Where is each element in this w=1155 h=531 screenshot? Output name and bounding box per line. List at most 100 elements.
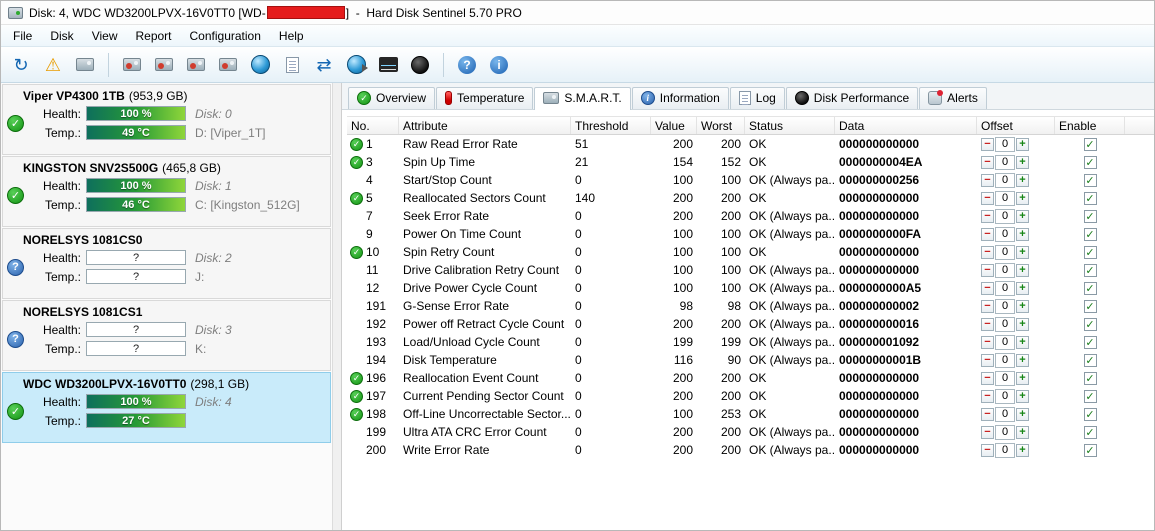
offset-decrease-button[interactable]: − bbox=[981, 407, 994, 421]
enable-checkbox[interactable]: ✓ bbox=[1083, 155, 1097, 169]
tab-overview[interactable]: ✓ Overview bbox=[348, 87, 436, 109]
column-header-offset[interactable]: Offset bbox=[977, 117, 1055, 134]
offset-decrease-button[interactable]: − bbox=[981, 353, 994, 367]
offset-increase-button[interactable]: + bbox=[1016, 137, 1029, 151]
enable-checkbox[interactable]: ✓ bbox=[1083, 425, 1097, 439]
offset-increase-button[interactable]: + bbox=[1016, 191, 1029, 205]
offset-decrease-button[interactable]: − bbox=[981, 191, 994, 205]
scheduled-problems-button[interactable]: ⚠ bbox=[38, 51, 68, 79]
offset-increase-button[interactable]: + bbox=[1016, 335, 1029, 349]
offset-increase-button[interactable]: + bbox=[1016, 407, 1029, 421]
offset-decrease-button[interactable]: − bbox=[981, 443, 994, 457]
menu-disk[interactable]: Disk bbox=[41, 25, 82, 46]
eject-disk-button[interactable] bbox=[70, 51, 100, 79]
offset-decrease-button[interactable]: − bbox=[981, 389, 994, 403]
tab-disk-performance[interactable]: Disk Performance bbox=[785, 87, 919, 109]
offset-decrease-button[interactable]: − bbox=[981, 281, 994, 295]
smart-row-1[interactable]: ✓ 1 Raw Read Error Rate 51 200 200 OK 000000000… bbox=[347, 135, 1154, 153]
disk-panel-1[interactable]: KINGSTON SNV2S500G (465,8 GB) ✓ Health: 100 … bbox=[2, 156, 331, 227]
column-header-threshold[interactable]: Threshold bbox=[571, 117, 651, 134]
offset-decrease-button[interactable]: − bbox=[981, 227, 994, 241]
smart-row-191[interactable]: 191 G-Sense Error Rate 0 98 98 OK (Always pa.… bbox=[347, 297, 1154, 315]
help-button[interactable]: ? bbox=[452, 51, 482, 79]
smart-row-193[interactable]: 193 Load/Unload Cycle Count 0 199 199 OK (Alw… bbox=[347, 333, 1154, 351]
offset-increase-button[interactable]: + bbox=[1016, 425, 1029, 439]
disk-acoustic-button[interactable] bbox=[117, 51, 147, 79]
column-header-data[interactable]: Data bbox=[835, 117, 977, 134]
offset-decrease-button[interactable]: − bbox=[981, 263, 994, 277]
refresh-information-button[interactable]: ⇄ bbox=[309, 51, 339, 79]
offset-increase-button[interactable]: + bbox=[1016, 245, 1029, 259]
surface-test-button[interactable] bbox=[405, 51, 435, 79]
offset-increase-button[interactable]: + bbox=[1016, 173, 1029, 187]
online-update-button[interactable] bbox=[245, 51, 275, 79]
smart-row-199[interactable]: 199 Ultra ATA CRC Error Count 0 200 200 OK (A… bbox=[347, 423, 1154, 441]
column-header-enable[interactable]: Enable bbox=[1055, 117, 1125, 134]
smart-row-7[interactable]: 7 Seek Error Rate 0 200 200 OK (Always pa... 0… bbox=[347, 207, 1154, 225]
menu-view[interactable]: View bbox=[83, 25, 127, 46]
offset-increase-button[interactable]: + bbox=[1016, 299, 1029, 313]
smart-row-198[interactable]: ✓ 198 Off-Line Uncorrectable Sector... 0 100… bbox=[347, 405, 1154, 423]
enable-checkbox[interactable]: ✓ bbox=[1083, 281, 1097, 295]
column-header-no[interactable]: No. bbox=[347, 117, 399, 134]
column-header-worst[interactable]: Worst bbox=[697, 117, 745, 134]
smart-row-11[interactable]: 11 Drive Calibration Retry Count 0 100 100 OK… bbox=[347, 261, 1154, 279]
disk-panel-4[interactable]: WDC WD3200LPVX-16V0TT0 (298,1 GB) ✓ Health:… bbox=[2, 372, 331, 443]
enable-checkbox[interactable]: ✓ bbox=[1083, 299, 1097, 313]
offset-increase-button[interactable]: + bbox=[1016, 443, 1029, 457]
offset-decrease-button[interactable]: − bbox=[981, 173, 994, 187]
smart-row-9[interactable]: 9 Power On Time Count 0 100 100 OK (Always pa… bbox=[347, 225, 1154, 243]
enable-checkbox[interactable]: ✓ bbox=[1083, 227, 1097, 241]
smart-row-200[interactable]: 200 Write Error Rate 0 200 200 OK (Always pa.… bbox=[347, 441, 1154, 459]
enable-checkbox[interactable]: ✓ bbox=[1083, 209, 1097, 223]
column-header-status[interactable]: Status bbox=[745, 117, 835, 134]
offset-increase-button[interactable]: + bbox=[1016, 317, 1029, 331]
about-button[interactable]: i bbox=[484, 51, 514, 79]
offset-decrease-button[interactable]: − bbox=[981, 425, 994, 439]
smart-row-194[interactable]: 194 Disk Temperature 0 116 90 OK (Always pa..… bbox=[347, 351, 1154, 369]
menu-help[interactable]: Help bbox=[270, 25, 313, 46]
enable-checkbox[interactable]: ✓ bbox=[1083, 353, 1097, 367]
disk-panel-0[interactable]: Viper VP4300 1TB (953,9 GB) ✓ Health: 100 % D… bbox=[2, 84, 331, 155]
enable-checkbox[interactable]: ✓ bbox=[1083, 317, 1097, 331]
offset-increase-button[interactable]: + bbox=[1016, 371, 1029, 385]
offset-decrease-button[interactable]: − bbox=[981, 299, 994, 313]
menu-file[interactable]: File bbox=[4, 25, 41, 46]
smart-row-3[interactable]: ✓ 3 Spin Up Time 21 154 152 OK 0000000004EA −0 + ✓ bbox=[347, 153, 1154, 171]
report-button[interactable] bbox=[277, 51, 307, 79]
offset-increase-button[interactable]: + bbox=[1016, 155, 1029, 169]
column-header-value[interactable]: Value bbox=[651, 117, 697, 134]
disk-apm-button[interactable] bbox=[149, 51, 179, 79]
sidebar-scrollbar[interactable] bbox=[332, 83, 342, 530]
disk-standby-button[interactable] bbox=[213, 51, 243, 79]
performance-graph-button[interactable] bbox=[373, 51, 403, 79]
offset-increase-button[interactable]: + bbox=[1016, 227, 1029, 241]
smart-row-5[interactable]: ✓ 5 Reallocated Sectors Count 140 200 200 OK 00… bbox=[347, 189, 1154, 207]
disk-spindown-button[interactable] bbox=[181, 51, 211, 79]
enable-checkbox[interactable]: ✓ bbox=[1083, 335, 1097, 349]
enable-checkbox[interactable]: ✓ bbox=[1083, 245, 1097, 259]
smart-row-12[interactable]: 12 Drive Power Cycle Count 0 100 100 OK (Alwa… bbox=[347, 279, 1154, 297]
offset-decrease-button[interactable]: − bbox=[981, 317, 994, 331]
menu-configuration[interactable]: Configuration bbox=[181, 25, 270, 46]
offset-increase-button[interactable]: + bbox=[1016, 209, 1029, 223]
offset-decrease-button[interactable]: − bbox=[981, 137, 994, 151]
speech-status-button[interactable] bbox=[341, 51, 371, 79]
tab-log[interactable]: Log bbox=[729, 87, 785, 109]
enable-checkbox[interactable]: ✓ bbox=[1083, 137, 1097, 151]
smart-row-197[interactable]: ✓ 197 Current Pending Sector Count 0 200 200 O… bbox=[347, 387, 1154, 405]
enable-checkbox[interactable]: ✓ bbox=[1083, 263, 1097, 277]
disk-panel-2[interactable]: NORELSYS 1081CS0? Health:? Disk: 2 Temp.:? J… bbox=[2, 228, 331, 299]
tab-temperature[interactable]: Temperature bbox=[436, 87, 534, 109]
enable-checkbox[interactable]: ✓ bbox=[1083, 407, 1097, 421]
offset-increase-button[interactable]: + bbox=[1016, 353, 1029, 367]
menu-report[interactable]: Report bbox=[126, 25, 180, 46]
offset-decrease-button[interactable]: − bbox=[981, 335, 994, 349]
column-header-attribute[interactable]: Attribute bbox=[399, 117, 571, 134]
smart-row-10[interactable]: ✓ 10 Spin Retry Count 0 100 100 OK 000000000000… bbox=[347, 243, 1154, 261]
smart-row-4[interactable]: 4 Start/Stop Count 0 100 100 OK (Always pa...… bbox=[347, 171, 1154, 189]
refresh-button[interactable]: ↻ bbox=[6, 51, 36, 79]
tab-information[interactable]: i Information bbox=[631, 87, 729, 109]
offset-increase-button[interactable]: + bbox=[1016, 281, 1029, 295]
disk-panel-3[interactable]: NORELSYS 1081CS1? Health:? Disk: 3 Temp.:? K… bbox=[2, 300, 331, 371]
